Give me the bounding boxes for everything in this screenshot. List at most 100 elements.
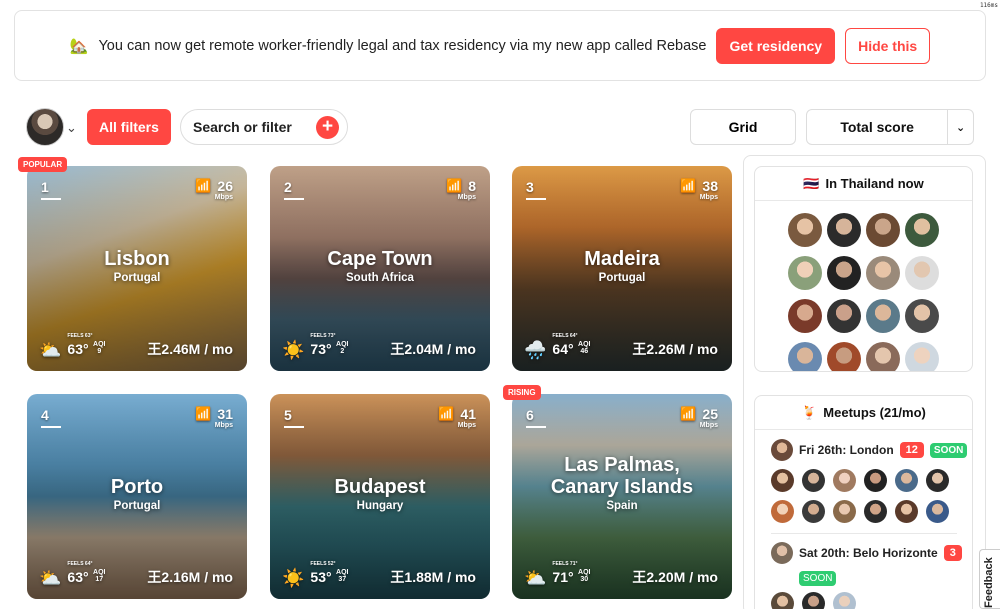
internet-speed: 📶 38 Mbps (680, 178, 718, 201)
country-name: Portugal (113, 500, 161, 512)
avatar[interactable] (926, 469, 949, 492)
country-name: Portugal (598, 272, 646, 284)
cost-of-living: 王2.26M / mo (632, 341, 718, 357)
get-residency-button[interactable]: Get residency (716, 27, 836, 64)
avatar[interactable] (827, 213, 861, 247)
meetup-label: Sat 20th: Belo Horizonte (799, 546, 938, 560)
partly-cloudy-icon: ⛅ (524, 568, 547, 588)
avatar[interactable] (905, 342, 939, 371)
all-filters-button[interactable]: All filters (87, 109, 171, 145)
avatar[interactable] (866, 342, 900, 371)
avatar[interactable] (866, 299, 900, 333)
rank-number: 2 (284, 179, 304, 200)
wifi-icon: 📶 (195, 178, 212, 193)
internet-speed: 📶 26 Mbps (195, 178, 233, 201)
hide-banner-button[interactable]: Hide this (845, 27, 931, 64)
city-name: Las Palmas, Canary Islands (550, 454, 694, 498)
avatar[interactable] (926, 500, 949, 523)
avatar[interactable] (802, 592, 825, 609)
avatar[interactable] (802, 469, 825, 492)
chevron-down-icon[interactable]: ⌄ (66, 120, 77, 136)
avatar[interactable] (833, 500, 856, 523)
partly-cloudy-icon: ⛅ (39, 568, 62, 588)
meetup-label: Fri 26th: London (799, 443, 894, 457)
avatar[interactable] (864, 500, 887, 523)
city-card-lisbon[interactable]: 1 📶 26 Mbps Lisbon Portugal ⛅ FEELS 63° 63°… (27, 166, 247, 371)
rank-number: 4 (41, 407, 61, 428)
city-name: Porto (110, 476, 164, 498)
wifi-icon: 📶 (680, 178, 697, 193)
avatar[interactable] (833, 592, 856, 609)
temperature: 71° (552, 569, 574, 585)
avatar[interactable] (788, 256, 822, 290)
country-name: Hungary (356, 500, 404, 512)
soon-badge: SOON (799, 571, 837, 586)
avatar[interactable] (827, 256, 861, 290)
avatar[interactable] (827, 342, 861, 371)
banner-text: You can now get remote worker-friendly l… (98, 37, 707, 54)
avatar[interactable] (905, 256, 939, 290)
partly-cloudy-icon: ⛅ (39, 340, 62, 360)
avatar[interactable] (771, 500, 794, 523)
avatar[interactable] (895, 500, 918, 523)
avatar[interactable] (788, 213, 822, 247)
avatar[interactable] (866, 256, 900, 290)
wifi-icon: 📶 (680, 406, 697, 421)
rising-badge: RISING (503, 385, 541, 400)
feedback-tab[interactable]: Feedback (979, 549, 1000, 609)
in-country-now-panel: 🇹🇭 In Thailand now (754, 166, 973, 372)
sun-icon: ☀️ (282, 568, 305, 588)
soon-badge: SOON (929, 442, 968, 458)
search-placeholder: Search or filter (193, 119, 292, 135)
city-card-cape-town[interactable]: 2 📶 8 Mbps Cape Town South Africa ☀️ FEELS… (270, 166, 490, 371)
rain-cloud-icon: 🌧️ (524, 340, 547, 360)
cocktail-icon: 🍹 (801, 404, 818, 420)
avatar (771, 439, 793, 461)
meetup-item[interactable]: Fri 26th: London 12 SOON (771, 439, 972, 461)
internet-speed: 📶 41 Mbps (438, 406, 476, 429)
city-name: Lisbon (104, 248, 170, 270)
attendee-count-badge: 12 (899, 442, 924, 458)
city-name: Cape Town (327, 248, 433, 270)
meetup-item[interactable]: Sat 20th: Belo Horizonte 3 (771, 542, 972, 564)
grid-view-button[interactable]: Grid (690, 109, 796, 145)
cost-of-living: 王2.04M / mo (390, 341, 476, 357)
avatar[interactable] (833, 469, 856, 492)
thailand-flag-icon: 🇹🇭 (803, 175, 820, 191)
add-filter-icon[interactable]: + (316, 116, 339, 139)
city-card-las-palmas[interactable]: 6 📶 25 Mbps Las Palmas, Canary Islands Spa… (512, 394, 732, 599)
avatar[interactable] (788, 299, 822, 333)
city-card-madeira[interactable]: 3 📶 38 Mbps Madeira Portugal 🌧️ FEELS 64° 6… (512, 166, 732, 371)
avatar[interactable] (895, 469, 918, 492)
sort-select[interactable]: Total score ⌄ (806, 109, 974, 145)
popular-badge: POPULAR (18, 157, 68, 172)
avatar[interactable] (771, 469, 794, 492)
country-name: South Africa (346, 272, 414, 284)
city-card-budapest[interactable]: 5 📶 41 Mbps Budapest Hungary ☀️ FEELS 52° 5… (270, 394, 490, 599)
avatar[interactable] (866, 213, 900, 247)
render-timing: 116ms (979, 2, 998, 9)
panel-title: Meetups (21/mo) (823, 405, 926, 420)
cost-of-living: 王2.20M / mo (632, 569, 718, 585)
temperature: 53° (310, 569, 332, 585)
cost-of-living: 王1.88M / mo (390, 569, 476, 585)
avatar[interactable] (827, 299, 861, 333)
search-input[interactable]: Search or filter + (180, 109, 348, 145)
avatar[interactable] (771, 592, 794, 609)
panel-title: In Thailand now (825, 176, 924, 191)
sun-icon: ☀️ (282, 340, 305, 360)
user-avatar[interactable] (26, 108, 64, 146)
house-icon: 🏡 (69, 37, 89, 55)
avatar[interactable] (864, 469, 887, 492)
cost-of-living: 王2.46M / mo (147, 341, 233, 357)
avatar[interactable] (788, 342, 822, 371)
avatar[interactable] (905, 299, 939, 333)
avatar[interactable] (802, 500, 825, 523)
temperature: 63° (67, 569, 89, 585)
rank-number: 1 (41, 179, 61, 200)
avatar[interactable] (905, 213, 939, 247)
sort-label: Total score (840, 119, 914, 135)
city-card-porto[interactable]: 4 📶 31 Mbps Porto Portugal ⛅ FEELS 64° 63° … (27, 394, 247, 599)
chevron-down-icon[interactable]: ⌄ (947, 110, 973, 144)
rank-number: 6 (526, 407, 546, 428)
